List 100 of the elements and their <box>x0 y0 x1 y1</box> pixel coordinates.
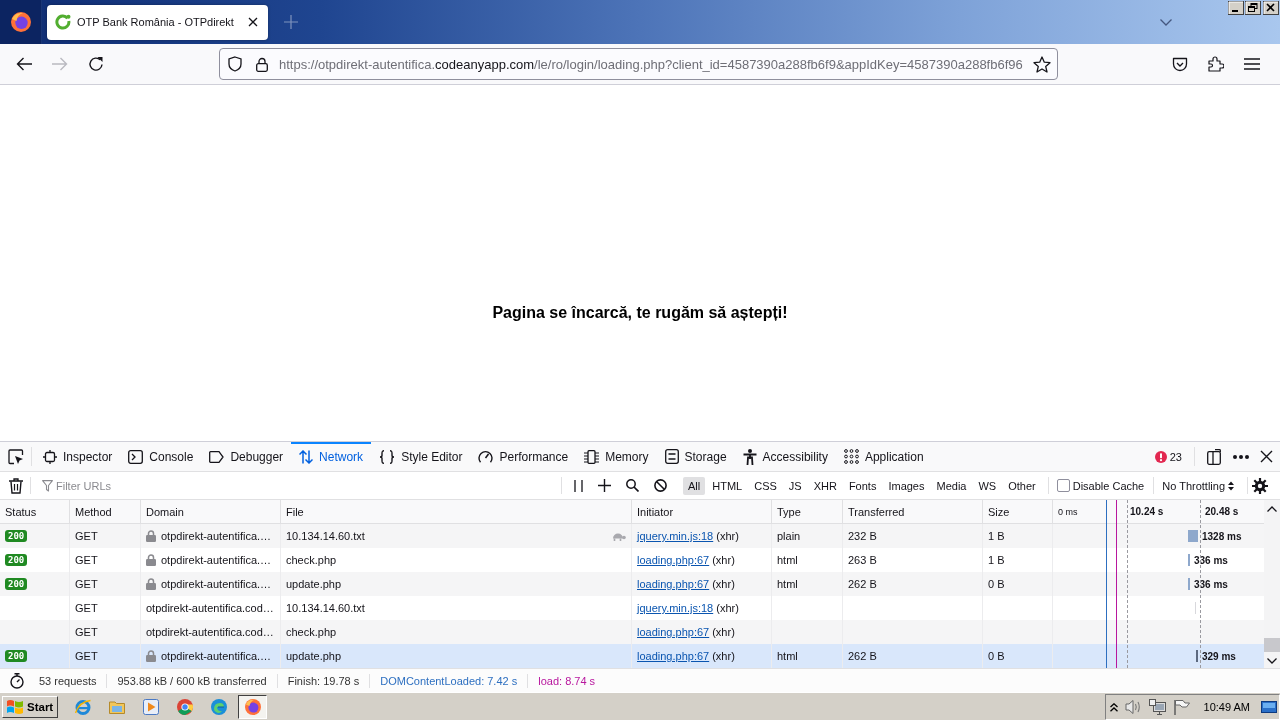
shield-icon[interactable] <box>227 56 243 72</box>
cause-text: (xhr) <box>712 626 735 638</box>
method-text: GET <box>75 626 98 638</box>
type-text: plain <box>777 530 801 542</box>
column-header[interactable]: Initiator <box>632 500 772 523</box>
error-icon[interactable] <box>1154 450 1167 463</box>
back-arrow-icon[interactable] <box>16 56 32 72</box>
size-text: 1 B <box>988 554 1005 566</box>
devtools-tab[interactable]: Inspector <box>35 442 121 471</box>
type-filter-button[interactable]: Fonts <box>843 476 882 495</box>
puzzle-icon[interactable] <box>1208 56 1224 72</box>
column-header[interactable]: Method <box>70 500 141 523</box>
initiator-link[interactable]: loading.php:67 <box>637 554 710 566</box>
request-row[interactable]: 200 GET otpdirekt-autentifica.… update.php loading.php:67 (xhr) html 262 B 0 B 329 ms <box>0 644 1264 668</box>
devtools-tab[interactable]: Style Editor <box>371 442 471 471</box>
person-icon <box>742 448 757 465</box>
devtools-tab[interactable]: Memory <box>576 442 657 471</box>
show-desktop-icon[interactable] <box>1261 699 1277 715</box>
type-text: html <box>777 578 798 590</box>
disable-cache-checkbox[interactable] <box>1056 479 1070 492</box>
search-icon[interactable] <box>626 479 639 492</box>
speaker-icon[interactable] <box>1124 699 1142 715</box>
chevron-down-icon[interactable] <box>1160 18 1172 26</box>
column-header[interactable]: Domain <box>141 500 281 523</box>
size-text: 0 B <box>988 650 1005 662</box>
cause-text: (xhr) <box>712 554 735 566</box>
file-name: check.php <box>286 626 337 638</box>
type-filter-button[interactable]: JS <box>783 476 807 495</box>
browser-logo-icon[interactable] <box>10 12 31 32</box>
minimize-icon[interactable] <box>1228 1 1244 15</box>
browser-tab[interactable]: OTP Bank România - OTPdirekt <box>47 4 268 40</box>
play-tile-icon <box>143 698 160 715</box>
close-icon[interactable] <box>1260 450 1273 463</box>
lock-icon[interactable] <box>256 56 268 72</box>
request-row[interactable]: GET otpdirekt-autentifica.cod… check.php loading.php:67 (xhr) <box>0 620 1264 644</box>
column-header[interactable]: Transferred <box>843 500 983 523</box>
type-filter-button[interactable]: Media <box>931 476 972 495</box>
clock-text[interactable]: 10:49 AM <box>1203 701 1250 713</box>
scrollbar-thumb[interactable] <box>1264 638 1280 652</box>
chip-icon <box>584 449 600 464</box>
request-row[interactable]: 200 GET otpdirekt-autentifica.… update.php loading.php:67 (xhr) html 262 B 0 B 336 ms <box>0 572 1264 596</box>
pause-icon[interactable] <box>574 479 583 492</box>
devtools-tab[interactable]: Accessibility <box>734 442 836 471</box>
close-window-icon[interactable] <box>1263 1 1279 15</box>
type-filter-button[interactable]: Other <box>1003 476 1041 495</box>
initiator-link[interactable]: loading.php:67 <box>637 650 710 662</box>
scrollbar-track[interactable] <box>1264 500 1280 668</box>
type-filter-button[interactable]: CSS <box>749 476 782 495</box>
filter-field[interactable]: Filter URLs <box>56 476 554 495</box>
network-icon[interactable] <box>1148 699 1166 715</box>
devtools-tab[interactable]: Debugger <box>201 442 292 471</box>
bookmark-star-icon[interactable] <box>1033 55 1051 73</box>
initiator-link[interactable]: loading.php:67 <box>637 626 710 638</box>
column-header[interactable]: File <box>281 500 632 523</box>
cause-text: (xhr) <box>716 602 739 614</box>
dock-side-icon[interactable] <box>1207 448 1221 465</box>
column-header[interactable]: Size <box>983 500 1053 523</box>
throttling-dropdown[interactable]: No Throttling <box>1157 472 1241 499</box>
column-header[interactable]: Status <box>0 500 70 523</box>
start-button[interactable]: Start <box>2 695 59 718</box>
type-filter-button[interactable]: Images <box>883 476 930 495</box>
stopwatch-icon[interactable] <box>10 672 24 689</box>
devtools-tab[interactable]: Performance <box>470 442 577 471</box>
devtools-tab[interactable]: Console <box>120 442 202 471</box>
timeline-tick-label: 20.48 s <box>1205 505 1239 519</box>
flag-icon[interactable] <box>1172 699 1190 715</box>
close-icon[interactable] <box>248 17 258 27</box>
reload-icon[interactable] <box>88 56 104 72</box>
method-text: GET <box>75 650 98 662</box>
chevron-up-icon[interactable] <box>1109 702 1118 712</box>
size-text: 1 B <box>988 530 1005 542</box>
devtools-tab[interactable]: Storage <box>656 442 735 471</box>
status-badge: 200 <box>5 650 28 662</box>
timeline-tick-label: 0 ms <box>1058 505 1078 519</box>
restore-icon[interactable] <box>1245 1 1261 15</box>
column-header[interactable]: Type <box>772 500 843 523</box>
error-count[interactable]: 23 <box>1169 450 1182 463</box>
initiator-link[interactable]: jquery.min.js:18 <box>637 602 714 614</box>
plus-icon[interactable] <box>598 479 611 492</box>
pocket-icon[interactable] <box>1172 56 1188 72</box>
timing-label: 1328 ms <box>1202 530 1242 542</box>
summary-label: DOMContentLoaded: 7.42 s <box>369 673 528 688</box>
more-icon[interactable] <box>1233 454 1249 459</box>
element-picker-icon[interactable] <box>8 448 24 465</box>
taskbar-button[interactable] <box>238 694 268 719</box>
initiator-link[interactable]: loading.php:67 <box>637 578 710 590</box>
type-filter-button[interactable]: WS <box>973 476 1002 495</box>
address-bar[interactable]: https://otpdirekt-autentifica.codeanyapp.com/le/ro/login/loading.php?client_id=4587390a288fb6f9&appIdKey=4587390a288fb6f96 <box>219 48 1058 80</box>
settings-icon[interactable] <box>1252 477 1269 494</box>
type-filter-button[interactable]: All <box>683 476 706 495</box>
initiator-link[interactable]: jquery.min.js:18 <box>637 530 714 542</box>
request-row[interactable]: 200 GET otpdirekt-autentifica.… 10.134.14.60.txt jquery.min.js:18 (xhr) plain 232 B 1 B 1328 ms <box>0 524 1264 548</box>
checkbox-label[interactable]: Disable Cache <box>1072 479 1145 492</box>
trash-icon[interactable] <box>9 477 23 494</box>
type-filter-button[interactable]: HTML <box>707 476 748 495</box>
devtools-tab[interactable]: Application <box>835 442 932 471</box>
block-icon[interactable] <box>654 479 667 492</box>
file-name: update.php <box>286 650 342 662</box>
type-filter-button[interactable]: XHR <box>808 476 842 495</box>
menu-icon[interactable] <box>1244 58 1260 70</box>
